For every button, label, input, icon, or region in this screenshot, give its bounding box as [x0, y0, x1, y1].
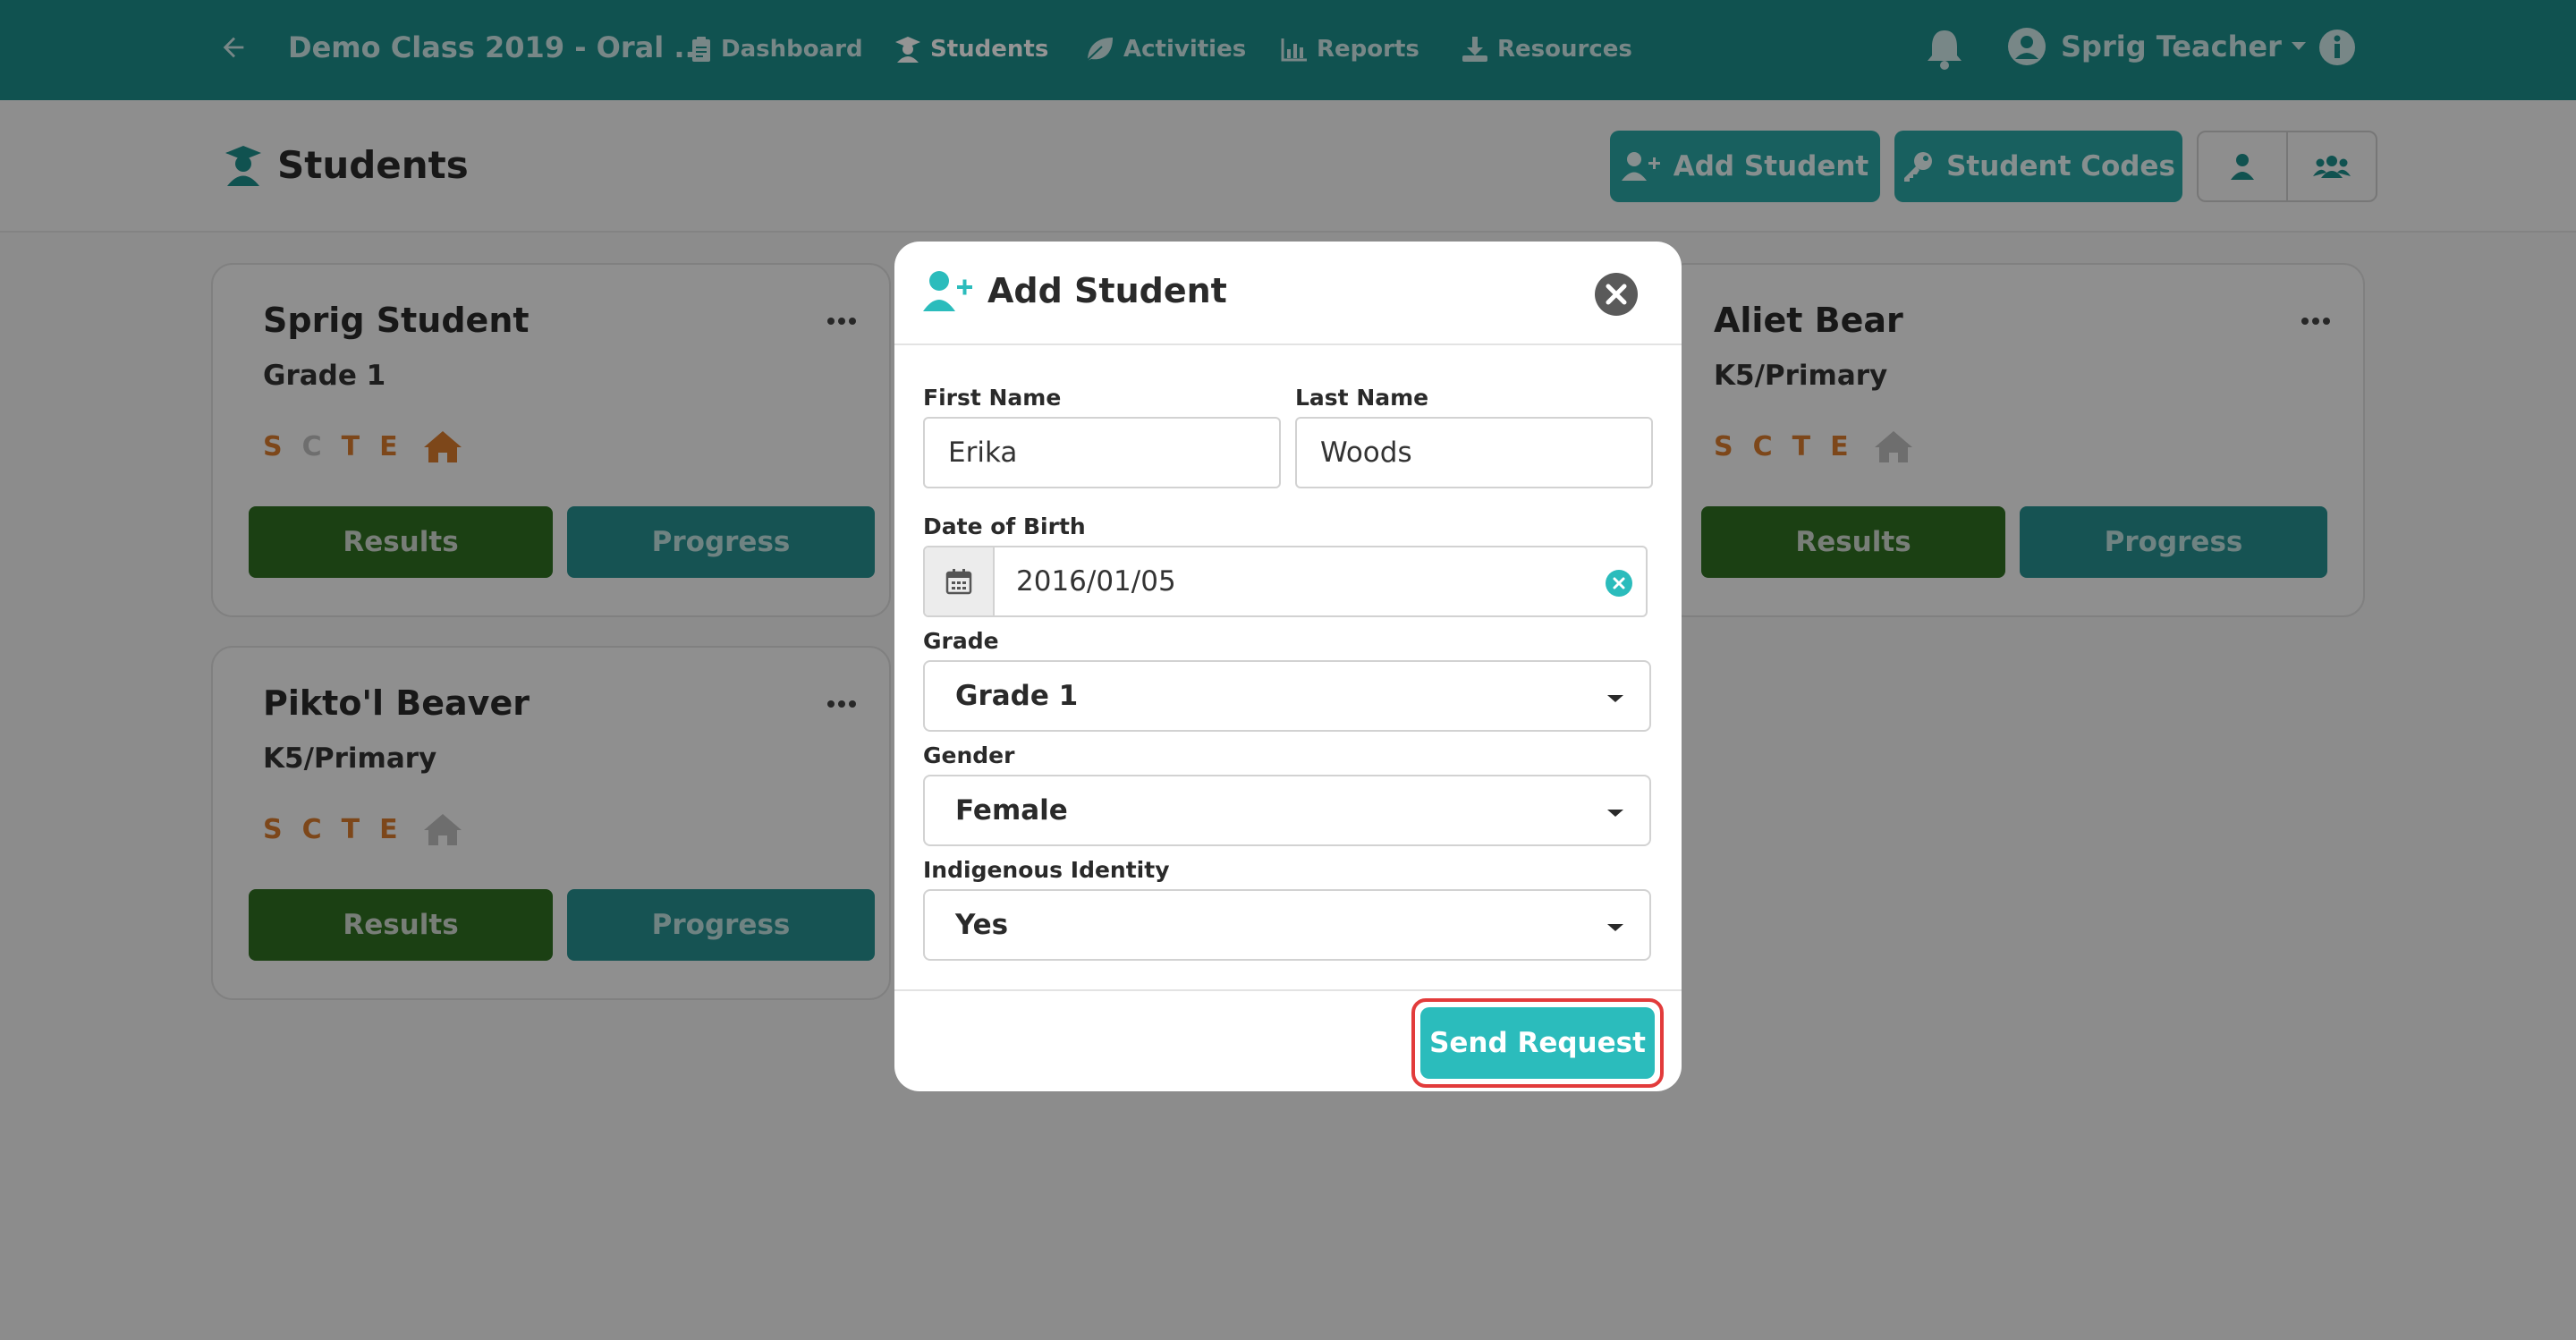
last-name-label: Last Name	[1295, 385, 1429, 411]
indigenous-identity-value: Yes	[955, 909, 1009, 941]
send-request-button[interactable]: Send Request	[1420, 1007, 1655, 1079]
modal-title: Add Student	[987, 271, 1227, 310]
calendar-icon[interactable]	[925, 547, 995, 615]
indigenous-identity-label: Indigenous Identity	[923, 857, 1170, 883]
gender-label: Gender	[923, 742, 1015, 768]
date-of-birth-label: Date of Birth	[923, 513, 1086, 539]
modal-header: Add Student	[894, 242, 1682, 345]
first-name-input[interactable]: Erika	[923, 417, 1281, 488]
last-name-input[interactable]: Woods	[1295, 417, 1653, 488]
date-of-birth-field[interactable]: 2016/01/05	[923, 546, 1648, 617]
grade-select-value: Grade 1	[955, 680, 1079, 712]
gender-select-value: Female	[955, 794, 1068, 827]
clear-date-icon[interactable]	[1605, 569, 1633, 598]
indigenous-identity-select[interactable]: Yes	[923, 889, 1651, 961]
modal-footer-divider	[894, 989, 1682, 991]
grade-select[interactable]: Grade 1	[923, 660, 1651, 732]
gender-select[interactable]: Female	[923, 775, 1651, 846]
caret-down-icon	[1607, 695, 1623, 702]
first-name-label: First Name	[923, 385, 1062, 411]
add-user-icon	[923, 271, 972, 311]
date-of-birth-value: 2016/01/05	[1016, 565, 1176, 598]
caret-down-icon	[1607, 924, 1623, 931]
add-student-modal: Add Student First Name Erika Last Name W…	[894, 242, 1682, 1091]
close-icon[interactable]	[1594, 272, 1639, 317]
modal-title-group: Add Student	[923, 270, 1227, 311]
grade-label: Grade	[923, 628, 999, 654]
caret-down-icon	[1607, 810, 1623, 817]
